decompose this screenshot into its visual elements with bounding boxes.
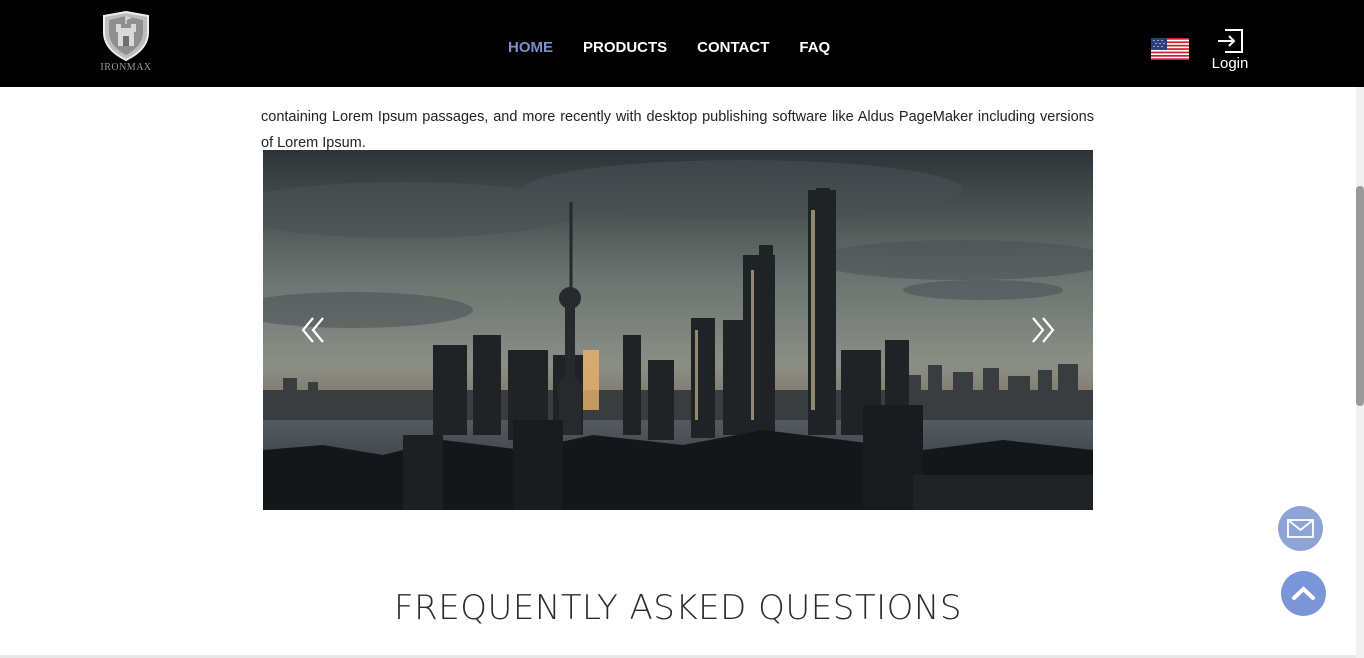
nav-faq[interactable]: FAQ bbox=[799, 39, 830, 56]
logo-text: IRONMAX bbox=[100, 62, 152, 73]
login-label: Login bbox=[1211, 55, 1249, 72]
nav-contact[interactable]: CONTACT bbox=[697, 39, 769, 56]
carousel-next-button[interactable] bbox=[1027, 312, 1057, 348]
nav-products[interactable]: PRODUCTS bbox=[583, 39, 667, 56]
faq-heading: FREQUENTLY ASKED QUESTIONS bbox=[394, 588, 962, 628]
intro-paragraph: containing Lorem Ipsum passages, and mor… bbox=[261, 108, 1094, 151]
carousel-prev-button[interactable] bbox=[299, 312, 329, 348]
main-nav: HOME PRODUCTS CONTACT FAQ bbox=[508, 39, 860, 56]
back-to-top-button[interactable] bbox=[1281, 571, 1326, 616]
ironmax-logo[interactable]: IRONMAX bbox=[96, 10, 156, 76]
mail-icon bbox=[1287, 519, 1314, 538]
contact-mail-button[interactable] bbox=[1278, 506, 1323, 551]
city-skyline-image bbox=[263, 150, 1093, 510]
site-header: IRONMAX HOME PRODUCTS CONTACT FAQ Login bbox=[0, 0, 1364, 87]
nav-home[interactable]: HOME bbox=[508, 39, 553, 56]
chevron-up-icon bbox=[1292, 586, 1315, 600]
double-chevron-left-icon bbox=[301, 317, 324, 343]
login-icon bbox=[1218, 29, 1243, 53]
image-carousel[interactable] bbox=[263, 150, 1093, 510]
scrollbar-thumb[interactable] bbox=[1356, 186, 1364, 406]
us-flag-icon[interactable] bbox=[1151, 38, 1189, 60]
shield-logo-icon bbox=[103, 10, 149, 62]
login-button[interactable]: Login bbox=[1208, 28, 1252, 72]
double-chevron-right-icon bbox=[1032, 317, 1055, 343]
